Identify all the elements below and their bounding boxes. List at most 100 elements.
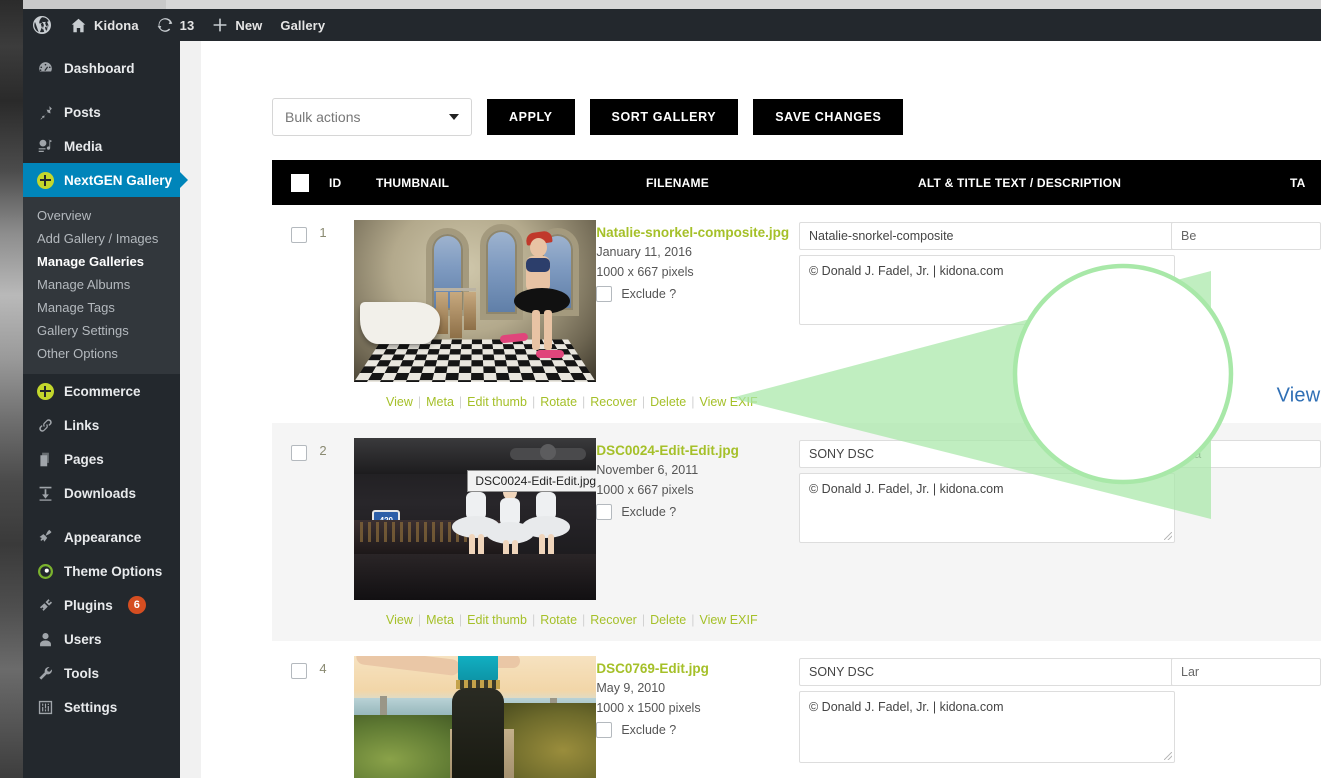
sidebar-item-nextgen-gallery[interactable]: NextGEN Gallery: [23, 163, 188, 197]
alt-title-input[interactable]: Natalie-snorkel-composite: [799, 222, 1175, 250]
row-filename-cell: DSC0769-Edit.jpg May 9, 2010 1000 x 1500…: [596, 656, 799, 778]
row-thumbnail-cell[interactable]: [354, 656, 597, 778]
thumbnail-image[interactable]: 420 DSC0024-Edit-Edit.jpg: [354, 438, 597, 600]
exclude-checkbox[interactable]: [596, 286, 613, 302]
sidebar-item-users[interactable]: Users: [23, 622, 180, 656]
header-alt-title[interactable]: ALT & TITLE TEXT / DESCRIPTION: [918, 176, 1290, 190]
filename-link[interactable]: DSC0024-Edit-Edit.jpg: [596, 441, 799, 461]
sort-gallery-button[interactable]: SORT GALLERY: [589, 99, 739, 135]
wp-logo-menu[interactable]: [23, 9, 61, 41]
rotate-link[interactable]: Rotate: [540, 395, 577, 409]
alt-title-input[interactable]: SONY DSC: [799, 440, 1175, 468]
meta-link[interactable]: Meta: [426, 395, 454, 409]
row-thumbnail-cell[interactable]: 420 DSC0024-Edit-Edit.jpg: [354, 438, 597, 600]
meta-link[interactable]: Meta: [426, 613, 454, 627]
sidebar-item-label: Settings: [64, 699, 118, 715]
row-tags-cell: Jea: [1171, 438, 1321, 600]
updates-menu[interactable]: 13: [148, 9, 204, 41]
header-id[interactable]: ID: [329, 176, 376, 190]
filename-link[interactable]: DSC0769-Edit.jpg: [596, 659, 799, 679]
row-checkbox[interactable]: [291, 663, 307, 679]
delete-link[interactable]: Delete: [650, 395, 686, 409]
row-checkbox[interactable]: [291, 445, 307, 461]
exclude-checkbox[interactable]: [596, 722, 613, 738]
tags-input[interactable]: Be: [1171, 222, 1321, 250]
user-icon: [35, 631, 55, 648]
sidebar-item-plugins[interactable]: Plugins 6: [23, 588, 180, 622]
header-filename[interactable]: FILENAME: [646, 176, 918, 190]
delete-link[interactable]: Delete: [650, 613, 686, 627]
edit-thumb-link[interactable]: Edit thumb: [467, 613, 527, 627]
sidebar-item-downloads[interactable]: Downloads: [23, 476, 180, 510]
apply-button[interactable]: APPLY: [487, 99, 575, 135]
nextgen-submenu: Overview Add Gallery / Images Manage Gal…: [23, 197, 180, 374]
link-icon: [35, 417, 55, 434]
save-changes-button[interactable]: SAVE CHANGES: [753, 99, 904, 135]
sidebar-item-gallery-settings[interactable]: Gallery Settings: [23, 319, 180, 342]
row-select-cell[interactable]: [272, 438, 319, 600]
nextgen-icon: [35, 171, 55, 189]
sidebar-item-media[interactable]: Media: [23, 129, 180, 163]
view-exif-link[interactable]: View EXIF: [699, 613, 757, 627]
thumbnail-image[interactable]: [354, 220, 597, 382]
tags-input[interactable]: Jea: [1171, 440, 1321, 468]
tags-input[interactable]: Lar: [1171, 658, 1321, 686]
header-tags[interactable]: TA: [1290, 176, 1321, 190]
header-thumbnail[interactable]: THUMBNAIL: [376, 176, 646, 190]
sidebar-item-label: Users: [64, 631, 102, 647]
rotate-link[interactable]: Rotate: [540, 613, 577, 627]
row-select-cell[interactable]: [272, 220, 319, 382]
sidebar-item-theme-options[interactable]: Theme Options: [23, 554, 180, 588]
description-textarea[interactable]: © Donald J. Fadel, Jr. | kidona.com: [799, 473, 1175, 543]
exclude-control[interactable]: Exclude ?: [596, 722, 799, 738]
bulk-actions-select[interactable]: Bulk actions: [272, 98, 472, 136]
view-link[interactable]: View: [386, 613, 413, 627]
sidebar-item-manage-albums[interactable]: Manage Albums: [23, 273, 180, 296]
thumbnail-filename-tooltip: DSC0024-Edit-Edit.jpg: [467, 470, 597, 492]
sidebar-item-dashboard[interactable]: Dashboard: [23, 51, 180, 85]
alt-title-input[interactable]: SONY DSC: [799, 658, 1175, 686]
sidebar-item-overview[interactable]: Overview: [23, 204, 180, 227]
sidebar-item-label: Plugins: [64, 597, 113, 613]
sidebar-item-links[interactable]: Links: [23, 408, 180, 442]
dashboard-icon: [35, 60, 55, 77]
sidebar-item-manage-galleries[interactable]: Manage Galleries: [23, 250, 180, 273]
exclude-control[interactable]: Exclude ?: [596, 286, 799, 302]
exclude-control[interactable]: Exclude ?: [596, 504, 799, 520]
sidebar-item-tools[interactable]: Tools: [23, 656, 180, 690]
filename-link[interactable]: Natalie-snorkel-composite.jpg: [596, 223, 799, 243]
recover-link[interactable]: Recover: [590, 613, 637, 627]
edit-thumb-link[interactable]: Edit thumb: [467, 395, 527, 409]
exclude-checkbox[interactable]: [596, 504, 613, 520]
table-header-row: ID THUMBNAIL FILENAME ALT & TITLE TEXT /…: [272, 160, 1321, 205]
description-textarea[interactable]: © Donald J. Fadel, Jr. | kidona.com: [799, 255, 1175, 325]
sidebar-item-settings[interactable]: Settings: [23, 690, 180, 724]
select-all-cell[interactable]: [272, 173, 329, 192]
row-checkbox[interactable]: [291, 227, 307, 243]
row-alt-cell: SONY DSC © Donald J. Fadel, Jr. | kidona…: [799, 656, 1175, 778]
select-all-checkbox[interactable]: [291, 173, 309, 192]
sidebar-item-other-options[interactable]: Other Options: [23, 342, 180, 365]
gallery-menu[interactable]: Gallery: [271, 9, 334, 41]
view-link[interactable]: View: [386, 395, 413, 409]
site-name-menu[interactable]: Kidona: [61, 9, 148, 41]
media-icon: [35, 138, 55, 155]
sidebar-item-label: Links: [64, 417, 100, 433]
recover-link[interactable]: Recover: [590, 395, 637, 409]
sidebar-item-ecommerce[interactable]: Ecommerce: [23, 374, 180, 408]
thumbnail-image[interactable]: [354, 656, 597, 778]
row-thumbnail-cell[interactable]: [354, 220, 597, 382]
description-textarea[interactable]: © Donald J. Fadel, Jr. | kidona.com: [799, 691, 1175, 763]
row-tags-cell: Lar: [1171, 656, 1321, 778]
row-filename-cell: Natalie-snorkel-composite.jpg January 11…: [596, 220, 799, 382]
row-select-cell[interactable]: [272, 656, 319, 778]
sidebar-item-manage-tags[interactable]: Manage Tags: [23, 296, 180, 319]
image-dimensions: 1000 x 1500 pixels: [596, 700, 701, 715]
sidebar-item-label: Ecommerce: [64, 383, 141, 399]
view-exif-link[interactable]: View EXIF: [699, 395, 757, 409]
sidebar-item-posts[interactable]: Posts: [23, 95, 180, 129]
sidebar-item-appearance[interactable]: Appearance: [23, 520, 180, 554]
sidebar-item-add-gallery-images[interactable]: Add Gallery / Images: [23, 227, 180, 250]
new-content-menu[interactable]: New: [203, 9, 271, 41]
sidebar-item-pages[interactable]: Pages: [23, 442, 180, 476]
